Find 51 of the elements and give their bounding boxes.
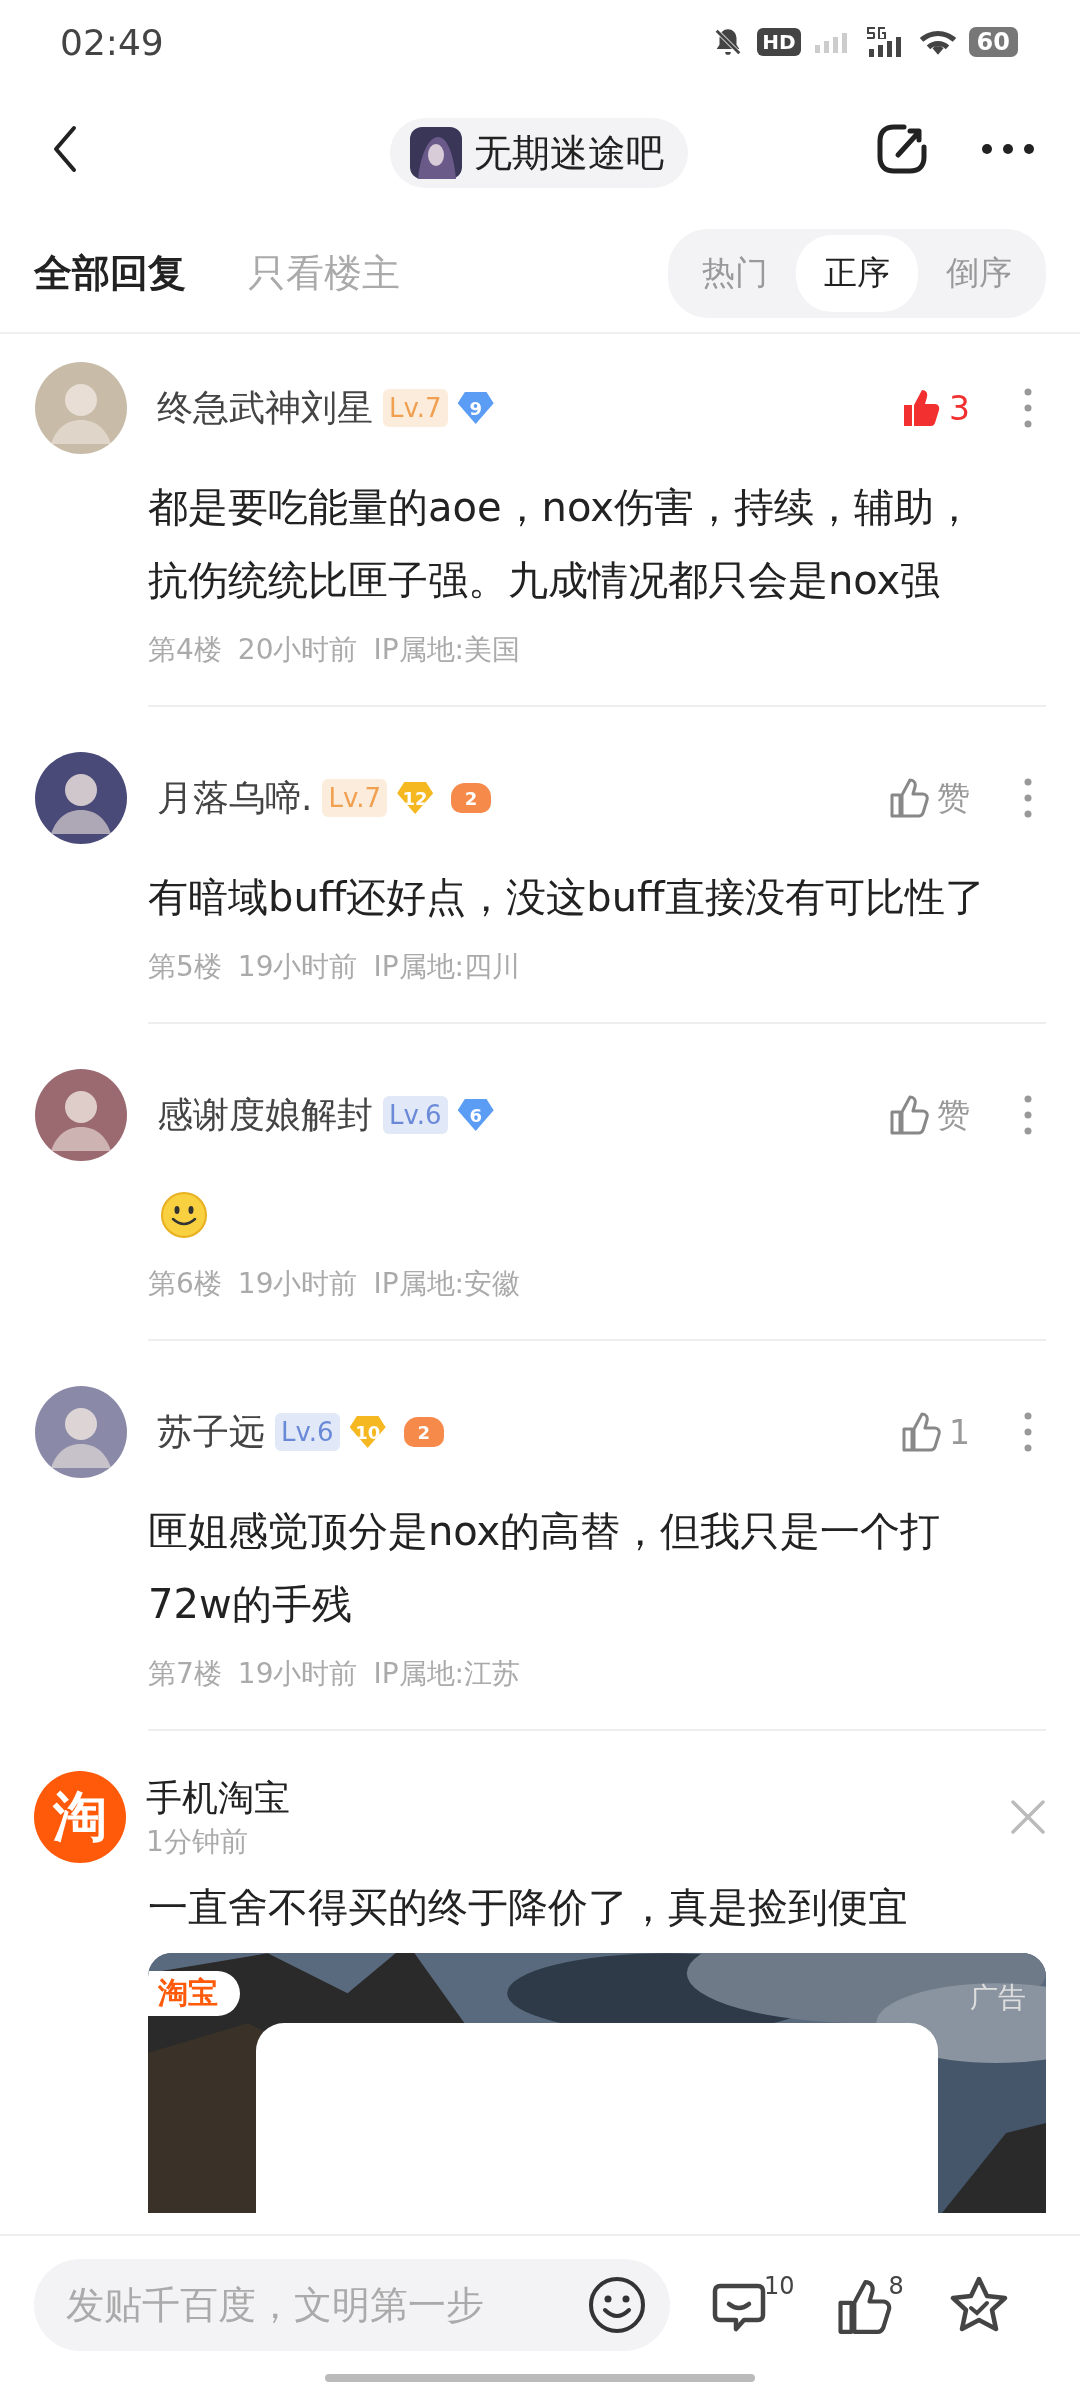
- smiley-emoji-icon: [160, 1190, 208, 1239]
- ad-text: 一直舍不得买的终于降价了，真是捡到便宜: [148, 1883, 909, 1932]
- user-avatar[interactable]: [35, 1069, 127, 1161]
- forum-chip[interactable]: 无期迷途吧: [390, 118, 688, 188]
- post-time: 19小时前: [237, 949, 358, 985]
- comment-text: 匣姐感觉顶分是nox的高替，但我只是一个打72w的手残: [148, 1507, 942, 1629]
- floor-number: 第7楼: [148, 1656, 222, 1692]
- floor-number: 第5楼: [148, 949, 222, 985]
- sort-option[interactable]: 正序: [796, 234, 918, 312]
- ip-location: IP属地:四川: [373, 949, 521, 985]
- post-time: 19小时前: [237, 1656, 358, 1692]
- back-icon[interactable]: [52, 125, 78, 173]
- user-name[interactable]: 月落乌啼.: [157, 773, 313, 823]
- filter-tab[interactable]: 全部回复: [34, 247, 186, 299]
- gamepad-badge: 2: [403, 1417, 444, 1447]
- user-avatar[interactable]: [35, 752, 127, 844]
- user-name[interactable]: 苏子远: [157, 1407, 265, 1457]
- post-time: 19小时前: [237, 1266, 358, 1302]
- floor-number: 第4楼: [148, 632, 222, 668]
- comment-text: 都是要吃能量的aoe，nox伤害，持续，辅助，抗伤统统比匣子强。九成情况都只会是nox强: [148, 483, 975, 605]
- level-badge: Lv.7: [383, 389, 448, 427]
- ad-label: 广告: [970, 1980, 1026, 2016]
- diamond-badge: 12: [397, 782, 434, 814]
- close-icon[interactable]: [1010, 1799, 1046, 1835]
- diamond-badge: 6: [457, 1099, 494, 1131]
- status-time: 02:49: [60, 21, 164, 63]
- forum-avatar: [410, 127, 462, 179]
- reply-input[interactable]: 发贴千百度，文明第一步: [64, 2282, 588, 2328]
- reply-field[interactable]: 发贴千百度，文明第一步: [34, 2259, 670, 2351]
- comment-text: 有暗域buff还好点，没这buff直接没有可比性了: [148, 873, 986, 922]
- emoji-icon[interactable]: [588, 2276, 646, 2334]
- floor-number: 第6楼: [148, 1266, 222, 1302]
- hd-badge: HD: [757, 28, 801, 56]
- brand-tag: 淘宝: [148, 1971, 240, 2016]
- battery-indicator: 60: [968, 27, 1018, 57]
- level-badge: Lv.6: [383, 1096, 448, 1134]
- level-badge: Lv.7: [322, 779, 388, 817]
- ip-location: IP属地:安徽: [373, 1266, 521, 1302]
- post-time: 20小时前: [237, 632, 358, 668]
- diamond-badge: 9: [457, 392, 494, 424]
- post-time: 1分钟前: [146, 1823, 249, 1860]
- user-name[interactable]: 感谢度娘解封: [157, 1090, 373, 1140]
- ip-location: IP属地:江苏: [373, 1656, 521, 1692]
- user-name[interactable]: 终急武神刘星: [157, 383, 373, 433]
- diamond-badge: 10: [349, 1416, 386, 1448]
- like-button[interactable]: 3: [901, 387, 970, 429]
- ip-location: IP属地:美国: [373, 632, 521, 668]
- gamepad-badge: 2: [451, 783, 492, 813]
- advertiser-name[interactable]: 手机淘宝: [146, 1773, 290, 1823]
- more-icon[interactable]: [980, 142, 1036, 156]
- level-badge: Lv.6: [275, 1413, 340, 1451]
